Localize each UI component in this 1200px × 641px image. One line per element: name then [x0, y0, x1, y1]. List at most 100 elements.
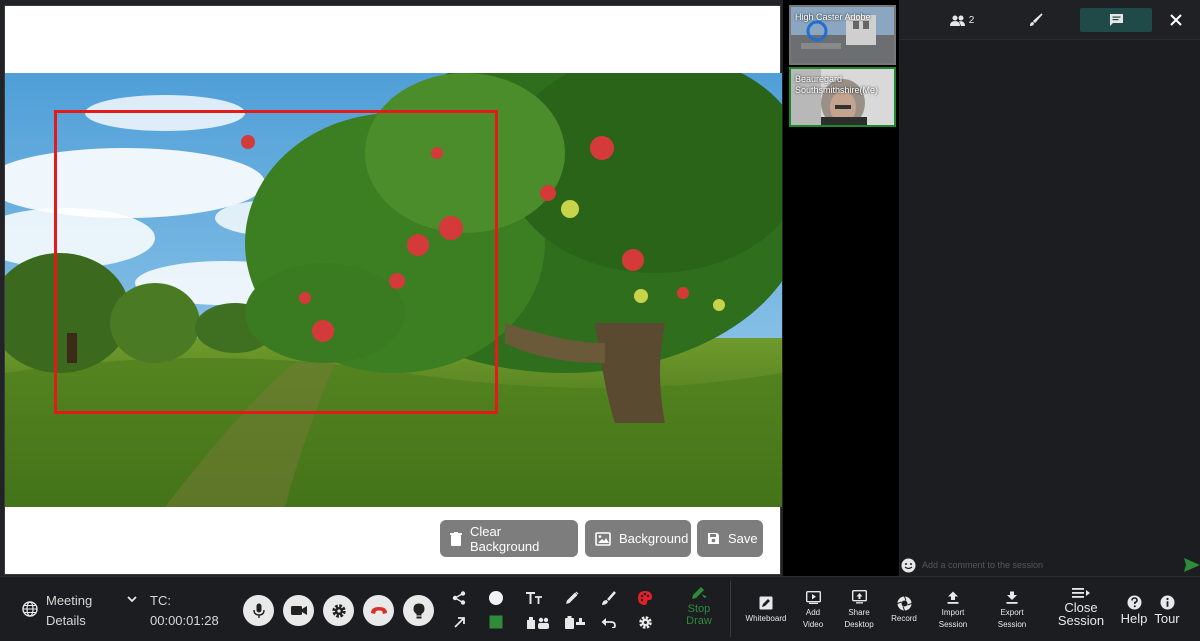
share-tool[interactable]	[448, 587, 470, 609]
stop-draw-label-2: Draw	[686, 615, 712, 627]
tab-chat[interactable]	[1080, 8, 1152, 32]
meeting-details-label-2[interactable]: Details	[46, 613, 86, 628]
video-camera-icon	[290, 606, 307, 615]
square-tool[interactable]	[485, 611, 507, 633]
image-icon	[595, 531, 611, 546]
camera-button[interactable]	[283, 595, 314, 626]
brush-icon	[1030, 13, 1043, 26]
export-session-button[interactable]: Export Session	[993, 589, 1031, 631]
participant-name: Beauregard Southsmithshire(Me)	[795, 74, 879, 95]
panel-tabs: 2	[900, 0, 1200, 40]
help-button[interactable]: Help	[1120, 595, 1148, 625]
meeting-details-label-1[interactable]: Meeting	[46, 593, 92, 608]
record-label: Record	[891, 614, 917, 623]
save-label: Save	[728, 531, 758, 546]
clear-background-label: Clear Background	[470, 523, 540, 554]
lightbulb-icon	[413, 603, 424, 618]
clipboard-tool[interactable]	[564, 611, 586, 633]
microphone-icon	[252, 603, 265, 618]
stop-draw-label-1: Stop	[687, 603, 711, 615]
color-palette-tool[interactable]	[634, 587, 656, 609]
share-desktop-button[interactable]: Share Desktop	[842, 589, 876, 631]
tour-label: Tour	[1154, 611, 1180, 626]
add-video-button[interactable]: Add Video	[800, 589, 826, 631]
annotation-rectangle[interactable]	[54, 110, 498, 414]
tab-draw[interactable]	[1024, 8, 1048, 32]
participant-name: High Caster Adobe	[795, 12, 871, 22]
add-video-label-1: Add	[805, 608, 821, 617]
circle-tool[interactable]	[485, 587, 507, 609]
palette-icon	[638, 591, 652, 605]
add-video-icon	[805, 590, 821, 604]
help-icon	[1127, 595, 1141, 610]
info-icon	[1160, 595, 1174, 610]
emoji-icon[interactable]	[901, 558, 916, 573]
import-session-button[interactable]: Import Session	[934, 589, 972, 631]
record-button[interactable]: Record	[889, 595, 919, 625]
text-size-icon	[526, 592, 542, 604]
people-icon	[949, 15, 965, 26]
paint-brush-icon	[601, 590, 616, 605]
microphone-button[interactable]	[243, 595, 274, 626]
arrow-icon	[453, 616, 465, 628]
background-button[interactable]: Background	[585, 520, 691, 557]
clipboard-icon	[565, 616, 585, 629]
clear-background-button[interactable]: Clear Background	[440, 520, 578, 557]
phone-hangup-icon	[370, 607, 387, 614]
hang-up-button[interactable]	[363, 595, 394, 626]
whiteboard-canvas[interactable]: Clear Background Background Save	[4, 5, 782, 575]
participants-count: 2	[968, 14, 975, 26]
import-session-label-1: Import	[941, 608, 965, 617]
text-tool[interactable]	[523, 587, 545, 609]
tab-participants[interactable]: 2	[942, 8, 982, 32]
participant-tile-self[interactable]: Beauregard Southsmithshire(Me)	[789, 67, 896, 127]
save-button[interactable]: Save	[697, 520, 763, 557]
close-panel-button[interactable]	[1166, 8, 1186, 32]
tool-settings[interactable]	[634, 611, 656, 633]
send-icon[interactable]	[1184, 558, 1200, 572]
participant-tile[interactable]: High Caster Adobe	[789, 5, 896, 65]
participant-video-column: High Caster Adobe Beauregard Southsmiths…	[783, 0, 899, 576]
whiteboard-button[interactable]: Whiteboard	[743, 595, 789, 625]
pencil-tool[interactable]	[560, 587, 582, 609]
idea-button[interactable]	[403, 595, 434, 626]
floppy-disk-icon	[708, 533, 719, 544]
timecode-value: 00:00:01:28	[150, 613, 219, 628]
share-desktop-label-1: Share	[848, 608, 870, 617]
undo-tool[interactable]	[597, 611, 619, 633]
chat-bubble-icon	[1109, 14, 1123, 26]
toolbar-divider	[730, 581, 731, 637]
close-icon	[1170, 14, 1182, 26]
tour-button[interactable]: Tour	[1153, 595, 1181, 625]
chat-input[interactable]	[922, 560, 1172, 570]
gear-icon	[331, 603, 346, 618]
menu-exit-icon	[1072, 588, 1090, 598]
share-desktop-label-2: Desktop	[844, 620, 874, 629]
chevron-down-icon[interactable]	[127, 596, 137, 603]
stamp-icon	[527, 617, 549, 629]
bottom-toolbar: Meeting Details TC: 00:00:01:28 Stop Dra…	[0, 576, 1200, 641]
settings-button[interactable]	[323, 595, 354, 626]
brush-tool[interactable]	[597, 587, 619, 609]
arrow-tool[interactable]	[448, 611, 470, 633]
circle-shape-icon	[489, 591, 503, 605]
export-session-label-1: Export	[1000, 608, 1024, 617]
add-video-label-2: Video	[802, 620, 824, 629]
timecode-label: TC:	[150, 593, 171, 608]
share-nodes-icon	[452, 591, 466, 605]
close-session-button[interactable]: Close Session	[1056, 587, 1106, 627]
import-session-label-2: Session	[938, 620, 968, 629]
chat-input-row	[900, 554, 1200, 576]
stamp-tool[interactable]	[527, 611, 549, 633]
camera-shutter-icon	[896, 595, 912, 611]
chat-panel: 2	[900, 0, 1200, 576]
app-window: Clear Background Background Save High Ca…	[0, 0, 1200, 641]
gear-icon	[638, 615, 652, 629]
whiteboard-label: Whiteboard	[745, 614, 787, 623]
stop-draw-button[interactable]: Stop Draw	[683, 585, 715, 627]
globe-icon	[22, 601, 38, 617]
background-label: Background	[619, 531, 689, 546]
download-icon	[1006, 591, 1018, 604]
square-shape-icon	[489, 615, 503, 629]
whiteboard-icon	[759, 596, 773, 610]
